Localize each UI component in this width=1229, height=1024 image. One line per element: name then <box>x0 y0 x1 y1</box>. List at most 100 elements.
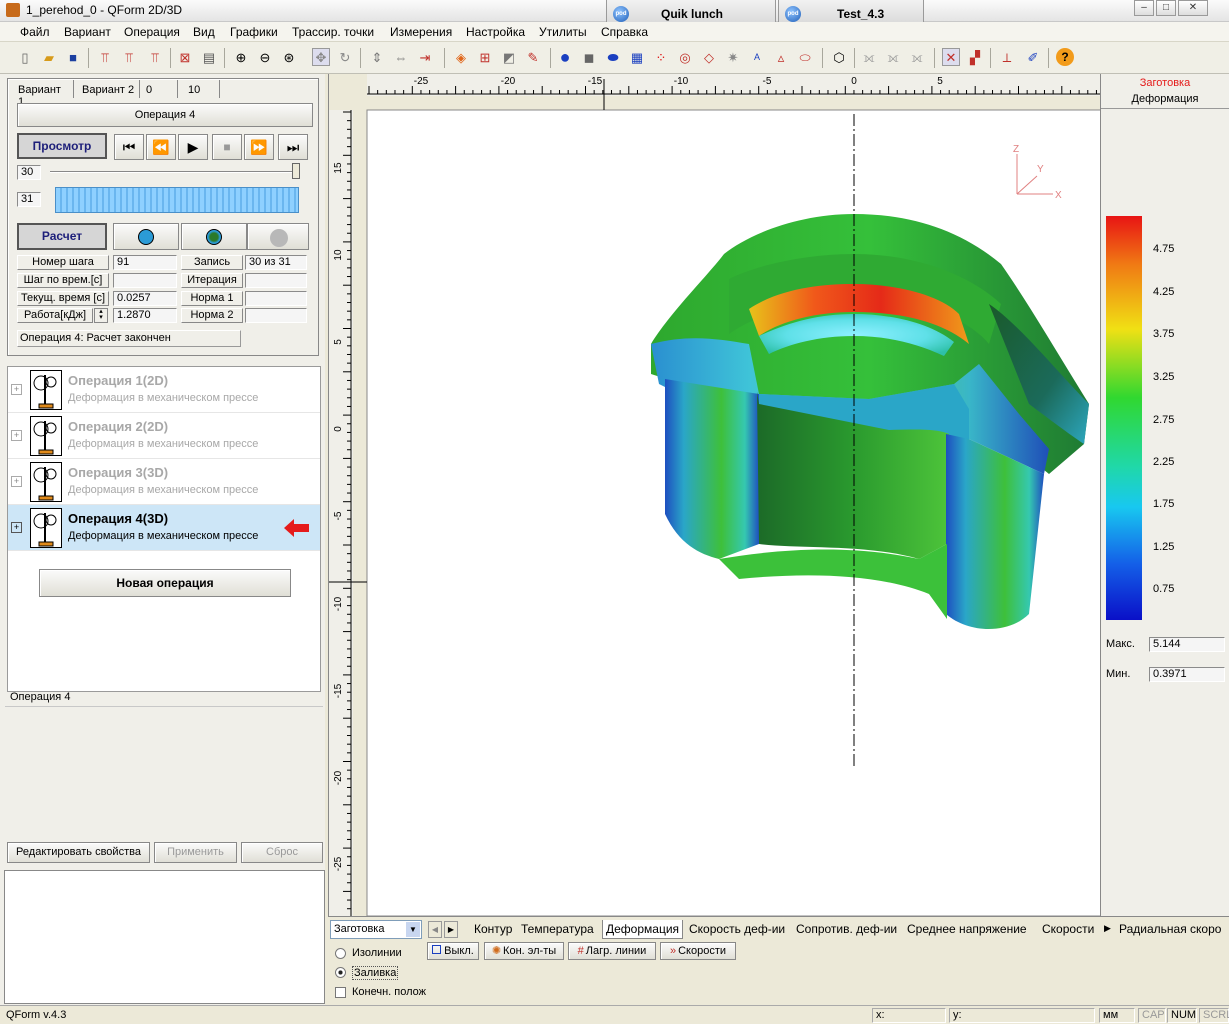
link3-icon[interactable]: ⟗ <box>908 48 926 66</box>
operation-item[interactable]: + Операция 3(3D) Деформация в механическ… <box>8 459 320 505</box>
chart-icon[interactable]: ◩ <box>500 48 518 66</box>
finite-elements-button[interactable]: ✺ Кон. эл-ты <box>484 942 564 960</box>
operation-item[interactable]: + Операция 2(2D) Деформация в механическ… <box>8 413 320 459</box>
zoom-fit-icon[interactable]: ⊛ <box>280 48 298 66</box>
isolines-radio[interactable] <box>335 948 346 959</box>
die-icon[interactable]: ⊞ <box>476 48 494 66</box>
menu-operation[interactable]: Операция <box>124 25 180 39</box>
tab-scroll-right[interactable]: ▶ <box>444 921 458 938</box>
tab-flow-stress[interactable]: Сопротив. деф-ии <box>793 920 900 939</box>
menu-trace-points[interactable]: Трассир. точки <box>292 25 374 39</box>
view-button[interactable]: Просмотр <box>17 133 107 159</box>
frame-input[interactable]: 30 <box>17 165 41 180</box>
points-icon[interactable]: ⁘ <box>652 48 670 66</box>
expand-icon[interactable]: + <box>11 384 22 395</box>
measure-arrow-icon[interactable]: ⇥ <box>416 48 434 66</box>
mesh-calc-button[interactable] <box>181 223 247 250</box>
insert-operation-icon[interactable]: ⫪ <box>120 48 138 66</box>
stop-button[interactable]: ■ <box>212 134 242 160</box>
add-operation-icon[interactable]: ⫪ <box>96 48 114 66</box>
minimize-button[interactable]: – <box>1134 0 1154 16</box>
menu-settings[interactable]: Настройка <box>466 25 525 39</box>
start-calc-button[interactable] <box>113 223 179 250</box>
node-icon[interactable]: A <box>748 48 766 66</box>
tab-radial-velocity[interactable]: Радиальная скоро <box>1116 920 1229 939</box>
zoom-out-icon[interactable]: ⊖ <box>256 48 274 66</box>
disk-icon[interactable]: ⬭ <box>796 48 814 66</box>
new-file-icon[interactable]: ▯ <box>16 48 34 66</box>
wireframe-icon[interactable]: ▦ <box>628 48 646 66</box>
tab-scroll-left[interactable]: ◀ <box>428 921 442 938</box>
disabled-calc-button[interactable] <box>247 223 309 250</box>
operation-item[interactable]: + Операция 1(2D) Деформация в механическ… <box>8 367 320 413</box>
tab-deformation[interactable]: Деформация <box>602 920 684 939</box>
tool-icon[interactable]: ◈ <box>452 48 470 66</box>
operation-4-button[interactable]: Операция 4 <box>17 103 313 127</box>
mesh-icon[interactable]: ✷ <box>724 48 742 66</box>
tab-temperature[interactable]: Температура <box>518 920 597 939</box>
open-folder-icon[interactable]: ▰ <box>40 48 58 66</box>
link-icon[interactable]: ⟗ <box>860 48 878 66</box>
select-tool-icon[interactable]: ✕ <box>942 48 960 66</box>
tab-velocities[interactable]: Скорости <box>1039 920 1097 939</box>
view-3d[interactable]: -25 -20 -15 -10 -5 0 5 15 10 5 0 -5 -10 … <box>328 74 1101 916</box>
grid-icon[interactable]: ▞ <box>966 48 984 66</box>
work-unit-spinner[interactable]: ▴ ▾ <box>94 308 108 323</box>
next-frame-button[interactable]: ⏩ <box>244 134 274 160</box>
frame-input-2[interactable]: 31 <box>17 192 41 207</box>
menu-help[interactable]: Справка <box>601 25 648 39</box>
cube-icon[interactable]: ◼ <box>580 48 598 66</box>
zoom-in-icon[interactable]: ⊕ <box>232 48 250 66</box>
menu-graphs[interactable]: Графики <box>230 25 278 39</box>
tab-more-arrow[interactable]: ▶ <box>1104 923 1111 934</box>
rotate-icon[interactable]: ↻ <box>336 48 354 66</box>
element-icon[interactable]: ▵ <box>772 48 790 66</box>
play-button[interactable]: ▶ <box>178 134 208 160</box>
first-frame-button[interactable]: ⏮ <box>114 134 144 160</box>
menu-measurements[interactable]: Измерения <box>390 25 452 39</box>
section-icon[interactable]: ◇ <box>700 48 718 66</box>
fill-radio[interactable] <box>335 967 346 978</box>
expand-icon[interactable]: + <box>11 430 22 441</box>
calculate-button[interactable]: Расчет <box>17 223 107 250</box>
save-icon[interactable]: ■ <box>64 48 82 66</box>
final-position-checkbox[interactable] <box>335 987 346 998</box>
axes-icon[interactable]: ⟂ <box>998 48 1016 66</box>
box-3d-icon[interactable]: ⬡ <box>830 48 848 66</box>
tab-variant-2[interactable]: Вариант 2 <box>78 80 140 98</box>
menu-file[interactable]: Файл <box>20 25 50 39</box>
apply-button[interactable]: Применить <box>154 842 237 863</box>
frame-slider-track[interactable] <box>50 171 296 173</box>
new-operation-button[interactable]: Новая операция <box>39 569 291 597</box>
solid-sphere-icon[interactable]: ● <box>556 48 574 66</box>
off-button[interactable]: Выкл. <box>427 942 479 960</box>
lagrange-lines-button[interactable]: # Лагр. линии <box>568 942 656 960</box>
object-select[interactable]: Заготовка ▼ <box>330 920 422 939</box>
pan-icon[interactable]: ✥ <box>312 48 330 66</box>
edit-properties-button[interactable]: Редактировать свойства <box>7 842 150 863</box>
tab-mean-stress[interactable]: Среднее напряжение <box>904 920 1030 939</box>
tab-contour[interactable]: Контур <box>471 920 515 939</box>
menu-variant[interactable]: Вариант <box>64 25 111 39</box>
properties-icon[interactable]: ▤ <box>200 48 218 66</box>
prev-frame-button[interactable]: ⏪ <box>146 134 176 160</box>
cylinder-icon[interactable]: ⬬ <box>604 48 622 66</box>
measure-vertical-icon[interactable]: ⇕ <box>368 48 386 66</box>
tab-variant-1[interactable]: Вариант 1 <box>14 80 74 108</box>
menu-utilities[interactable]: Утилиты <box>539 25 587 39</box>
copy-operation-icon[interactable]: ⫪ <box>146 48 164 66</box>
velocities-button[interactable]: » Скорости <box>660 942 736 960</box>
menu-view[interactable]: Вид <box>193 25 215 39</box>
delete-operation-icon[interactable]: ⊠ <box>176 48 194 66</box>
close-button[interactable]: ✕ <box>1178 0 1208 16</box>
chevron-down-icon[interactable]: ▼ <box>406 922 420 937</box>
edit-icon[interactable]: ✎ <box>524 48 542 66</box>
maximize-button[interactable]: □ <box>1156 0 1176 16</box>
link2-icon[interactable]: ⟗ <box>884 48 902 66</box>
reset-button[interactable]: Сброс <box>241 842 323 863</box>
brush-icon[interactable]: ✐ <box>1024 48 1042 66</box>
last-frame-button[interactable]: ⏭ <box>278 134 308 160</box>
operation-item-selected[interactable]: + Операция 4(3D) Деформация в механическ… <box>8 505 320 551</box>
ring-icon[interactable]: ◎ <box>676 48 694 66</box>
tab-strain-rate[interactable]: Скорость деф-ии <box>686 920 788 939</box>
